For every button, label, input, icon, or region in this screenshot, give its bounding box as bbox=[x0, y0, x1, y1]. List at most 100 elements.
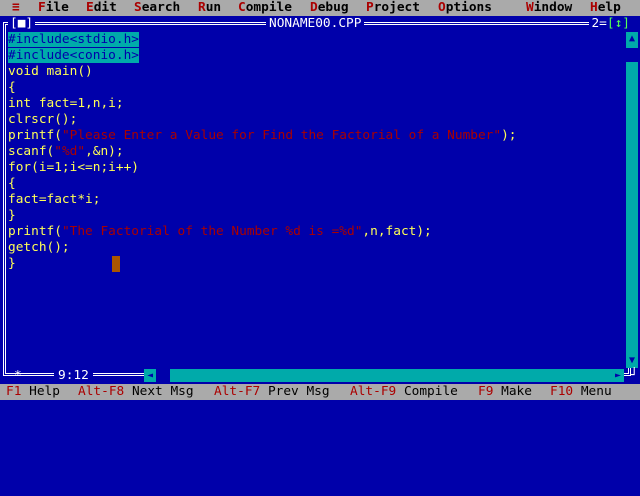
system-menu-icon[interactable]: ≡ bbox=[12, 0, 20, 16]
menu-debug-hotkey: D bbox=[310, 0, 318, 15]
editor-window: [■] NONAME00.CPP 2=[↕] #include<stdio.h>… bbox=[0, 16, 640, 384]
menu-compile[interactable]: Compile bbox=[238, 0, 292, 16]
status-menu[interactable]: F10 Menu bbox=[550, 384, 612, 400]
vertical-scrollbar[interactable]: ▲ ▼ bbox=[626, 32, 638, 368]
scroll-down-icon[interactable]: ▼ bbox=[626, 354, 638, 368]
menu-options-hotkey: O bbox=[438, 0, 446, 15]
code-line[interactable]: fact=fact*i; bbox=[8, 192, 624, 208]
code-text: ); bbox=[501, 128, 517, 143]
code-text: { bbox=[8, 176, 16, 191]
status-make-label: Make bbox=[493, 384, 532, 399]
menu-help-hotkey: H bbox=[590, 0, 598, 15]
status-next-msg[interactable]: Alt-F8 Next Msg bbox=[78, 384, 194, 400]
string-literal: "%d" bbox=[54, 144, 86, 159]
status-menu-key: F10 bbox=[550, 384, 574, 399]
status-compile[interactable]: Alt-F9 Compile bbox=[350, 384, 458, 400]
code-text: printf( bbox=[8, 224, 62, 239]
status-next-msg-key: Alt-F8 bbox=[78, 384, 125, 399]
menu-project[interactable]: Project bbox=[366, 0, 420, 16]
status-menu-label: Menu bbox=[573, 384, 612, 399]
status-help-key: F1 bbox=[6, 384, 22, 399]
code-line[interactable]: { bbox=[8, 80, 624, 96]
code-line[interactable]: void main() bbox=[8, 64, 624, 80]
code-line[interactable]: { bbox=[8, 176, 624, 192]
code-line[interactable]: int fact=1,n,i; bbox=[8, 96, 624, 112]
vertical-scroll-thumb[interactable] bbox=[626, 48, 638, 62]
status-make[interactable]: F9 Make bbox=[478, 384, 532, 400]
menu-debug[interactable]: Debug bbox=[310, 0, 349, 16]
scroll-right-icon[interactable]: ► bbox=[612, 369, 624, 382]
code-line[interactable]: } bbox=[8, 256, 624, 272]
window-title: NONAME00.CPP bbox=[266, 16, 365, 32]
code-text: scanf( bbox=[8, 144, 55, 159]
menu-run-label: un bbox=[205, 0, 222, 15]
window-bottom-bar: * 9:12 ◄ ► ┘ bbox=[0, 368, 640, 384]
code-line[interactable]: scanf("%d",&n); bbox=[8, 144, 624, 160]
close-box-icon[interactable]: [■] bbox=[8, 16, 36, 32]
code-text: int fact=1,n,i; bbox=[8, 96, 124, 111]
code-text: fact=fact*i; bbox=[8, 192, 101, 207]
status-prev-msg[interactable]: Alt-F7 Prev Msg bbox=[214, 384, 330, 400]
menu-edit[interactable]: Edit bbox=[86, 0, 117, 16]
status-bar: F1 Help Alt-F8 Next Msg Alt-F7 Prev Msg … bbox=[0, 384, 640, 400]
menu-compile-label: ompile bbox=[245, 0, 292, 15]
code-line[interactable]: for(i=1;i<=n;i++) bbox=[8, 160, 624, 176]
menu-project-hotkey: P bbox=[366, 0, 374, 15]
scroll-up-icon[interactable]: ▲ bbox=[626, 32, 638, 46]
code-text: for(i=1;i<=n;i++) bbox=[8, 160, 139, 175]
menu-help-label: elp bbox=[597, 0, 621, 15]
resize-corner-icon[interactable]: ┘ bbox=[630, 368, 638, 384]
menu-file[interactable]: File bbox=[38, 0, 69, 16]
menu-help[interactable]: Help bbox=[590, 0, 621, 16]
code-text: { bbox=[8, 80, 16, 95]
code-text: clrscr(); bbox=[8, 112, 78, 127]
menu-search[interactable]: Search bbox=[134, 0, 180, 16]
menu-file-hotkey: F bbox=[38, 0, 46, 15]
menu-debug-label: ebug bbox=[317, 0, 349, 15]
selected-text: #include<stdio.h> bbox=[8, 32, 139, 47]
code-line[interactable]: #include<stdio.h> bbox=[8, 32, 624, 48]
code-text: } bbox=[8, 208, 16, 223]
status-prev-msg-key: Alt-F7 bbox=[214, 384, 261, 399]
code-line[interactable]: getch(); bbox=[8, 240, 624, 256]
string-literal: "The Factorial of the Number %d is =%d" bbox=[61, 224, 363, 239]
code-text: getch(); bbox=[8, 240, 70, 255]
horizontal-scrollbar[interactable]: ◄ ► bbox=[144, 369, 624, 382]
menu-options[interactable]: Options bbox=[438, 0, 492, 16]
status-compile-label: Compile bbox=[396, 384, 458, 399]
cursor-position: 9:12 bbox=[54, 368, 93, 384]
menu-options-label: ptions bbox=[445, 0, 492, 15]
code-line[interactable]: #include<conio.h> bbox=[8, 48, 624, 64]
horizontal-scroll-thumb[interactable] bbox=[156, 369, 170, 382]
string-literal: "Please Enter a Value for Find the Facto… bbox=[61, 128, 502, 143]
status-make-key: F9 bbox=[478, 384, 494, 399]
menu-edit-label: dit bbox=[93, 0, 117, 15]
code-text: } bbox=[8, 256, 16, 271]
window-number: 2 bbox=[591, 16, 600, 31]
code-editor[interactable]: #include<stdio.h> #include<conio.h> void m… bbox=[8, 32, 624, 352]
code-text: ,&n); bbox=[85, 144, 124, 159]
menu-run-hotkey: R bbox=[198, 0, 206, 15]
status-next-msg-label: Next Msg bbox=[124, 384, 194, 399]
window-number-and-zoom: 2=[↕] bbox=[589, 16, 632, 32]
code-line[interactable]: clrscr(); bbox=[8, 112, 624, 128]
status-help-label: Help bbox=[21, 384, 60, 399]
status-prev-msg-label: Prev Msg bbox=[260, 384, 330, 399]
code-text: printf( bbox=[8, 128, 62, 143]
code-line[interactable]: } bbox=[8, 208, 624, 224]
status-help[interactable]: F1 Help bbox=[6, 384, 60, 400]
menu-file-label: ile bbox=[45, 0, 69, 15]
menu-search-label: earch bbox=[141, 0, 181, 15]
menu-project-label: roject bbox=[373, 0, 420, 15]
menu-window[interactable]: Window bbox=[526, 0, 572, 16]
text-cursor bbox=[112, 256, 120, 272]
menu-window-label: indow bbox=[533, 0, 573, 15]
zoom-icon[interactable]: [↕] bbox=[607, 16, 630, 31]
code-line[interactable]: printf("Please Enter a Value for Find th… bbox=[8, 128, 624, 144]
code-line[interactable]: printf("The Factorial of the Number %d i… bbox=[8, 224, 624, 240]
menu-run[interactable]: Run bbox=[198, 0, 221, 16]
menu-window-hotkey: W bbox=[526, 0, 534, 15]
menu-search-hotkey: S bbox=[134, 0, 142, 15]
code-text: void main() bbox=[8, 64, 93, 79]
scroll-left-icon[interactable]: ◄ bbox=[144, 369, 156, 382]
